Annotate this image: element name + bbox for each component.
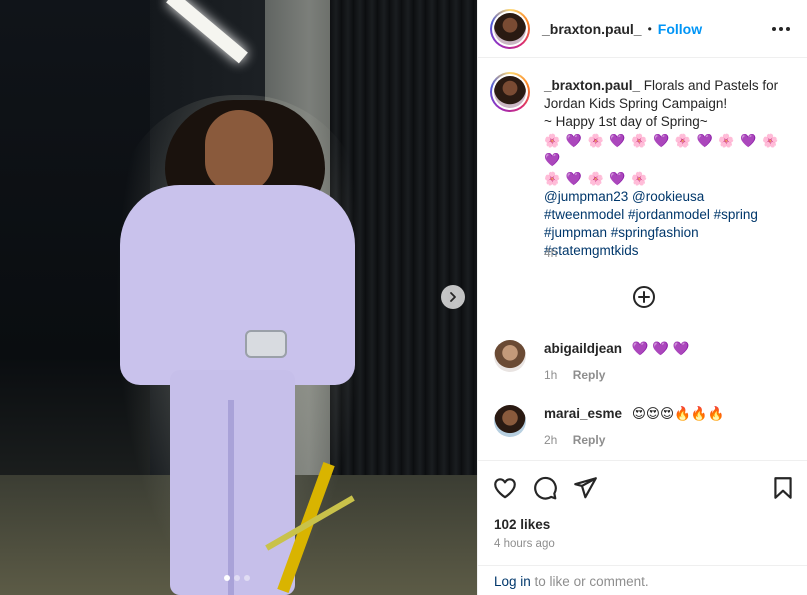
share-button[interactable] bbox=[572, 475, 598, 501]
login-prompt: Log in to like or comment. bbox=[478, 565, 807, 595]
commenter-avatar[interactable] bbox=[494, 340, 526, 372]
commenter-username[interactable]: marai_esme bbox=[544, 406, 622, 421]
caption-mentions[interactable]: @jumpman23 @rookieusa bbox=[544, 189, 704, 204]
carousel-dot-2 bbox=[234, 575, 240, 581]
photo-subject-pants bbox=[170, 370, 295, 595]
carousel-indicators bbox=[224, 575, 250, 581]
reply-button[interactable]: Reply bbox=[573, 433, 606, 447]
caption-line-2: ~ Happy 1st day of Spring~ bbox=[544, 114, 708, 129]
header-separator: • bbox=[647, 21, 652, 36]
reply-button[interactable]: Reply bbox=[573, 368, 606, 382]
caption-time[interactable]: 4h bbox=[544, 246, 557, 260]
carousel-dot-1 bbox=[224, 575, 230, 581]
save-button[interactable] bbox=[770, 475, 796, 501]
comment-item: marai_esme 😍😍😍🔥🔥🔥 2h Reply bbox=[494, 405, 794, 447]
photo-ceiling-light bbox=[166, 0, 248, 64]
photo-subject-face bbox=[205, 110, 273, 192]
bookmark-icon bbox=[774, 477, 792, 499]
comment-icon bbox=[534, 476, 557, 500]
post-header: _braxton.paul_ • Follow bbox=[478, 0, 807, 58]
post-media[interactable] bbox=[0, 0, 477, 595]
more-options-button[interactable] bbox=[769, 17, 793, 41]
post-timestamp[interactable]: 4 hours ago bbox=[494, 538, 555, 550]
carousel-next-button[interactable] bbox=[441, 285, 465, 309]
photo-subject-cd-player bbox=[245, 330, 287, 358]
caption-hashtags-2[interactable]: #jumpman #springfashion bbox=[544, 225, 699, 240]
caption-hashtags-1[interactable]: #tweenmodel #jordanmodel #spring bbox=[544, 207, 758, 222]
likes-count[interactable]: 102 likes bbox=[494, 517, 550, 532]
follow-button[interactable]: Follow bbox=[658, 21, 702, 37]
plus-circle-icon[interactable] bbox=[632, 285, 656, 309]
caption-hashtags-3[interactable]: #statemgmtkids bbox=[544, 243, 639, 258]
caption-emojis-2: 🌸 💜 🌸 💜 🌸 bbox=[544, 171, 649, 186]
carousel-dot-3 bbox=[244, 575, 250, 581]
login-prompt-text: to like or comment. bbox=[530, 574, 649, 589]
author-avatar[interactable] bbox=[490, 8, 530, 49]
caption-emojis-1: 🌸 💜 🌸 💜 🌸 💜 🌸 💜 🌸 💜 🌸 💜 bbox=[544, 133, 780, 167]
heart-icon bbox=[494, 478, 516, 499]
comment-time[interactable]: 1h bbox=[544, 368, 557, 382]
comments-section: _braxton.paul_ Florals and Pastels for J… bbox=[478, 58, 807, 461]
comment-text: 💜 💜 💜 bbox=[631, 341, 690, 356]
login-link[interactable]: Log in bbox=[494, 574, 531, 589]
post-side-panel: _braxton.paul_ • Follow _braxton.paul_ F… bbox=[477, 0, 807, 595]
chevron-right-icon bbox=[450, 292, 456, 302]
photo-subject-hoodie bbox=[120, 185, 355, 385]
caption-author-avatar[interactable] bbox=[490, 72, 530, 112]
comment-button[interactable] bbox=[532, 475, 558, 501]
comment-text: 😍😍😍🔥🔥🔥 bbox=[631, 406, 725, 421]
send-icon bbox=[574, 477, 597, 499]
commenter-username[interactable]: abigaildjean bbox=[544, 341, 622, 356]
like-button[interactable] bbox=[492, 475, 518, 501]
action-bar bbox=[478, 462, 807, 514]
author-username[interactable]: _braxton.paul_ bbox=[542, 21, 642, 37]
commenter-avatar[interactable] bbox=[494, 405, 526, 437]
caption-username[interactable]: _braxton.paul_ bbox=[544, 78, 640, 93]
caption-text: _braxton.paul_ Florals and Pastels for J… bbox=[544, 77, 794, 260]
comment-item: abigaildjean 💜 💜 💜 1h Reply bbox=[494, 340, 794, 382]
comment-time[interactable]: 2h bbox=[544, 433, 557, 447]
more-horizontal-icon bbox=[772, 26, 790, 31]
